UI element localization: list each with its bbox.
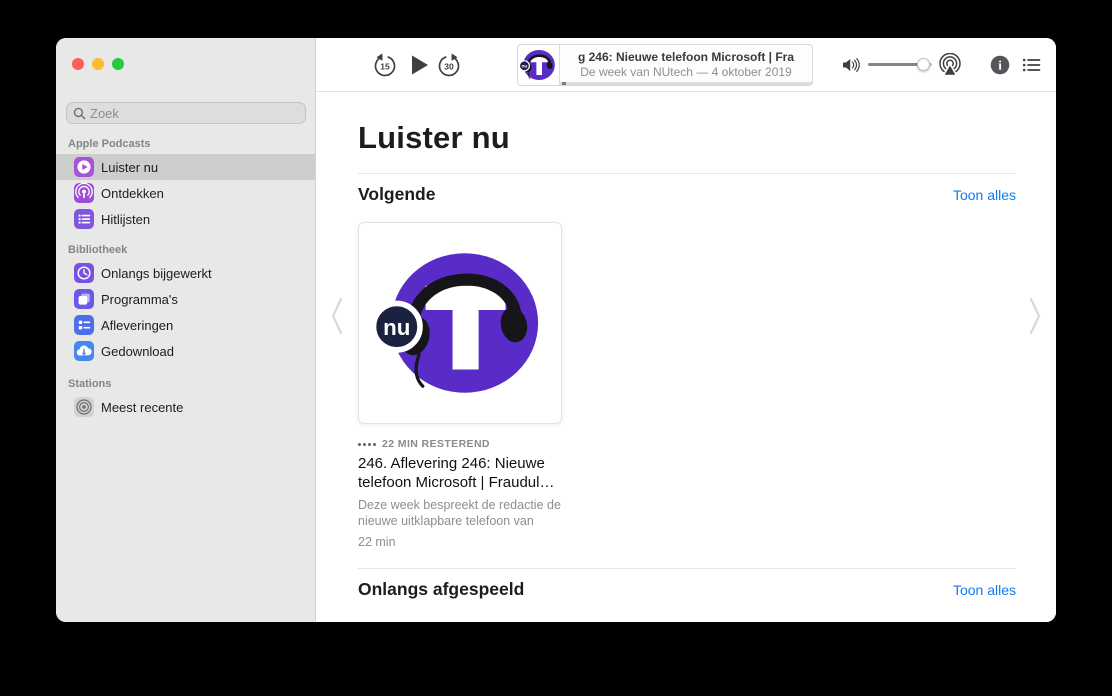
section-title-volgende: Volgende (358, 184, 435, 205)
toon-alles-link-onlangs[interactable]: Toon alles (953, 582, 1016, 598)
sidebar-item-label: Luister nu (101, 160, 158, 175)
search-input[interactable] (90, 106, 299, 121)
zoom-button[interactable] (112, 58, 124, 70)
sidebar-item-meest-recente[interactable]: Meest recente (56, 394, 315, 420)
info-icon: i (990, 55, 1010, 75)
queue-icon (1021, 56, 1041, 74)
podcast-icon (74, 183, 94, 203)
page-title: Luister nu (358, 120, 510, 156)
play-circle-icon (74, 157, 94, 177)
section-title-onlangs: Onlangs afgespeeld (358, 579, 524, 600)
episode-description: Deze week bespreekt de redactie de nieuw… (358, 498, 564, 529)
episode-card[interactable]: 22 MIN RESTEREND 246. Aflevering 246: Ni… (358, 222, 564, 549)
sidebar-section-stations: Stations (56, 376, 315, 394)
download-cloud-icon (74, 341, 94, 361)
now-playing-progress[interactable] (560, 82, 812, 85)
play-button[interactable] (410, 54, 430, 81)
now-playing-bar[interactable]: g 246: Nieuwe telefoon Microsoft | Fra D… (517, 44, 813, 86)
search-icon (73, 107, 86, 120)
sidebar-section-bibliotheek: Bibliotheek (56, 242, 315, 260)
sidebar-item-programmas[interactable]: Programma's (56, 286, 315, 312)
sidebar-list: Apple Podcasts Luister nu (56, 136, 315, 420)
now-playing-info: g 246: Nieuwe telefoon Microsoft | Fra D… (560, 45, 812, 85)
minimize-button[interactable] (92, 58, 104, 70)
now-playing-artwork (518, 45, 560, 85)
main-area: 15 30 g 246: Nieuwe (316, 38, 1056, 622)
remaining-label: 22 MIN RESTEREND (382, 438, 490, 450)
volume-slider[interactable] (868, 63, 932, 66)
svg-text:15: 15 (380, 61, 390, 71)
carousel-prev-button[interactable] (329, 296, 343, 341)
svg-text:30: 30 (444, 61, 454, 71)
skip-forward-30-icon: 30 (436, 52, 462, 78)
sidebar-item-label: Afleveringen (101, 318, 173, 333)
divider (358, 568, 1016, 569)
sidebar-item-label: Meest recente (101, 400, 183, 415)
skip-back-15-icon: 15 (372, 52, 398, 78)
sidebar: Apple Podcasts Luister nu (56, 38, 316, 622)
chevron-left-icon (329, 296, 343, 336)
sidebar-item-onlangs-bijgewerkt[interactable]: Onlangs bijgewerkt (56, 260, 315, 286)
shows-stack-icon (74, 289, 94, 309)
info-button[interactable]: i (990, 55, 1010, 80)
now-playing-title: g 246: Nieuwe telefoon Microsoft | Fra (560, 50, 812, 64)
chevron-right-icon (1029, 296, 1043, 336)
sidebar-section-apple-podcasts: Apple Podcasts (56, 136, 315, 154)
episode-duration: 22 min (358, 535, 564, 549)
sidebar-item-ontdekken[interactable]: Ontdekken (56, 180, 315, 206)
volgende-header: Volgende Toon alles (358, 184, 1016, 205)
svg-text:i: i (998, 58, 1002, 73)
airplay-button[interactable] (938, 53, 962, 82)
charts-list-icon (74, 209, 94, 229)
carousel-next-button[interactable] (1029, 296, 1043, 341)
queue-button[interactable] (1021, 56, 1041, 79)
episodes-list-icon (74, 315, 94, 335)
window-controls (72, 58, 124, 70)
toon-alles-link-volgende[interactable]: Toon alles (953, 187, 1016, 203)
sidebar-item-afleveringen[interactable]: Afleveringen (56, 312, 315, 338)
episode-title[interactable]: 246. Aflevering 246: Nieuwe telefoon Mic… (358, 455, 564, 492)
toolbar: 15 30 g 246: Nieuwe (316, 38, 1056, 92)
onlangs-header: Onlangs afgespeeld Toon alles (358, 579, 1016, 600)
skip-forward-30-button[interactable]: 30 (436, 52, 462, 83)
sidebar-item-label: Hitlijsten (101, 212, 150, 227)
volume-icon (842, 57, 862, 78)
broadcast-icon (74, 397, 94, 417)
skip-back-15-button[interactable]: 15 (372, 52, 398, 83)
play-icon (410, 54, 430, 76)
clock-icon (74, 263, 94, 283)
close-button[interactable] (72, 58, 84, 70)
divider (358, 173, 1016, 174)
sidebar-item-luister-nu[interactable]: Luister nu (56, 154, 315, 180)
sidebar-item-gedownload[interactable]: Gedownload (56, 338, 315, 364)
content: Luister nu Volgende Toon alles (316, 92, 1056, 622)
podcasts-window: Apple Podcasts Luister nu (56, 38, 1056, 622)
episode-artwork[interactable] (358, 222, 562, 424)
sidebar-item-label: Programma's (101, 292, 178, 307)
airplay-icon (938, 53, 962, 77)
now-playing-subtitle: De week van NUtech — 4 oktober 2019 (560, 65, 812, 79)
remaining-row: 22 MIN RESTEREND (358, 438, 564, 450)
volume-slider-knob[interactable] (917, 58, 930, 71)
progress-dots (358, 443, 376, 446)
sidebar-item-label: Ontdekken (101, 186, 164, 201)
sidebar-item-hitlijsten[interactable]: Hitlijsten (56, 206, 315, 232)
sidebar-item-label: Gedownload (101, 344, 174, 359)
sidebar-item-label: Onlangs bijgewerkt (101, 266, 212, 281)
search-field[interactable] (66, 102, 306, 124)
playhead[interactable] (562, 82, 566, 85)
